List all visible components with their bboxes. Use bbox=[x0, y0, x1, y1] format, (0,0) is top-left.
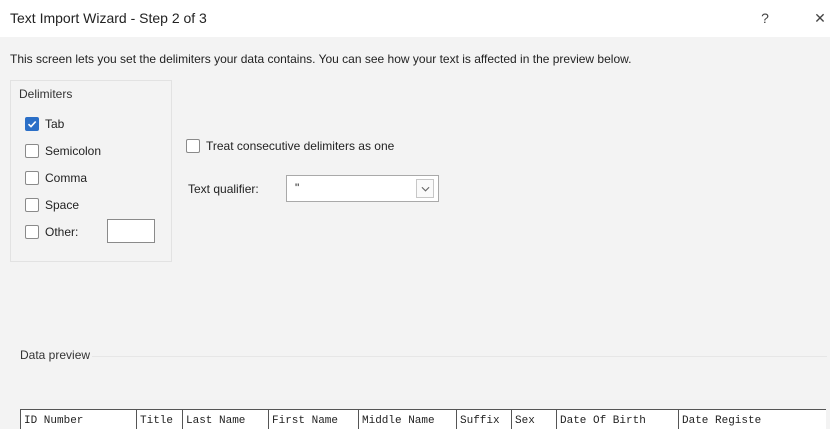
text-qualifier-label: Text qualifier: bbox=[188, 182, 259, 196]
preview-cell: Title bbox=[137, 410, 183, 429]
chevron-down-icon[interactable] bbox=[416, 179, 434, 198]
text-import-wizard-dialog: Text Import Wizard - Step 2 of 3 ? ✕ Thi… bbox=[0, 0, 830, 429]
instructions-text: This screen lets you set the delimiters … bbox=[10, 52, 632, 66]
preview-cell: Sex bbox=[512, 410, 557, 429]
space-label: Space bbox=[45, 198, 80, 212]
title-bar: Text Import Wizard - Step 2 of 3 ? ✕ bbox=[0, 0, 830, 37]
chevron-down-icon-svg bbox=[421, 186, 429, 192]
preview-cell: Date Registe bbox=[679, 410, 826, 429]
preview-cell: Last Name bbox=[183, 410, 269, 429]
close-button[interactable]: ✕ bbox=[808, 8, 830, 28]
tab-checkbox[interactable] bbox=[25, 117, 39, 131]
preview-cell: Suffix bbox=[457, 410, 512, 429]
semicolon-label: Semicolon bbox=[45, 144, 102, 158]
preview-header-row: ID Number Title Last Name First Name Mid… bbox=[21, 410, 826, 429]
semicolon-option[interactable]: Semicolon bbox=[25, 142, 101, 160]
preview-cell: ID Number bbox=[21, 410, 137, 429]
text-qualifier-value: " bbox=[295, 181, 300, 195]
comma-option[interactable]: Comma bbox=[25, 169, 87, 187]
other-label: Other: bbox=[45, 225, 79, 239]
space-option[interactable]: Space bbox=[25, 196, 79, 214]
space-checkbox[interactable] bbox=[25, 198, 39, 212]
data-preview-table[interactable]: ID Number Title Last Name First Name Mid… bbox=[20, 409, 826, 429]
delimiters-group: Delimiters Tab Semicolon Comma Space Oth… bbox=[10, 80, 172, 262]
comma-checkbox[interactable] bbox=[25, 171, 39, 185]
consecutive-delimiters-label: Treat consecutive delimiters as one bbox=[206, 139, 395, 153]
help-button[interactable]: ? bbox=[753, 8, 777, 28]
semicolon-checkbox[interactable] bbox=[25, 144, 39, 158]
preview-cell: Date Of Birth bbox=[557, 410, 679, 429]
tab-option[interactable]: Tab bbox=[25, 115, 64, 133]
other-checkbox[interactable] bbox=[25, 225, 39, 239]
consecutive-delimiters-checkbox[interactable] bbox=[186, 139, 200, 153]
tab-label: Tab bbox=[45, 117, 65, 131]
data-preview-divider bbox=[92, 356, 827, 357]
consecutive-delimiters-option[interactable]: Treat consecutive delimiters as one bbox=[186, 137, 394, 155]
preview-cell: Middle Name bbox=[359, 410, 457, 429]
dialog-title: Text Import Wizard - Step 2 of 3 bbox=[10, 10, 207, 26]
preview-cell: First Name bbox=[269, 410, 359, 429]
other-delimiter-input[interactable] bbox=[107, 219, 155, 243]
data-preview-caption: Data preview bbox=[20, 348, 91, 362]
text-qualifier-dropdown[interactable]: " bbox=[286, 175, 439, 202]
comma-label: Comma bbox=[45, 171, 88, 185]
other-option[interactable]: Other: bbox=[25, 223, 78, 241]
checkmark-icon bbox=[27, 120, 37, 128]
delimiters-caption: Delimiters bbox=[19, 87, 73, 101]
